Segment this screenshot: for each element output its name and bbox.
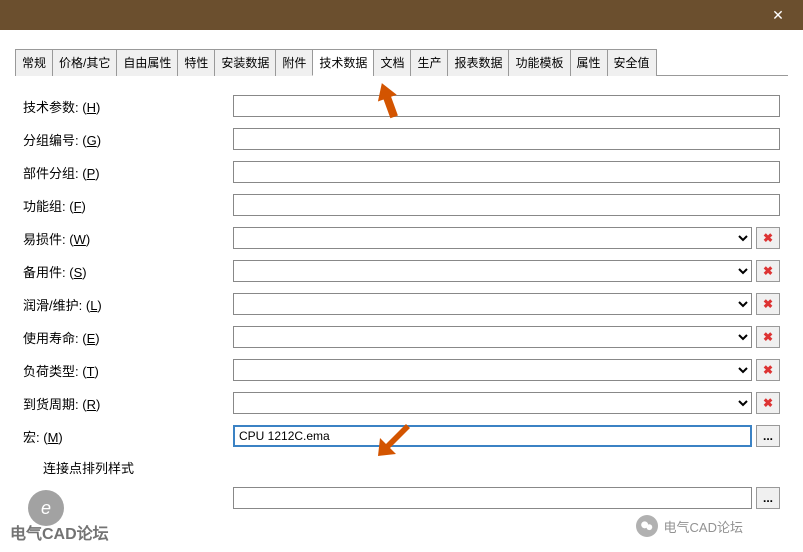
- delete-delivery-button[interactable]: ✖: [756, 392, 780, 414]
- input-group-num[interactable]: [233, 128, 780, 150]
- tab-production[interactable]: 生产: [410, 49, 448, 76]
- label-part-group: 部件分组: (P): [23, 163, 233, 182]
- wechat-badge: 电气CAD论坛: [636, 515, 743, 537]
- select-lubricate[interactable]: [233, 293, 752, 315]
- label-macro: 宏: (M): [23, 427, 233, 446]
- tab-func-template[interactable]: 功能模板: [508, 49, 570, 76]
- input-macro[interactable]: [233, 425, 752, 447]
- delete-wear-part-button[interactable]: ✖: [756, 227, 780, 249]
- select-spare-part[interactable]: [233, 260, 752, 282]
- select-delivery[interactable]: [233, 392, 752, 414]
- delete-spare-part-button[interactable]: ✖: [756, 260, 780, 282]
- tab-document[interactable]: 文档: [373, 49, 411, 76]
- annotation-arrow-icon: [368, 80, 408, 120]
- label-lubricate: 润滑/维护: (L): [23, 295, 233, 314]
- tab-trait[interactable]: 特性: [177, 49, 215, 76]
- input-conn-style[interactable]: [233, 487, 752, 509]
- select-lifetime[interactable]: [233, 326, 752, 348]
- select-wear-part[interactable]: [233, 227, 752, 249]
- select-load-type[interactable]: [233, 359, 752, 381]
- close-button[interactable]: ✕: [763, 0, 793, 30]
- label-lifetime: 使用寿命: (E): [23, 328, 233, 347]
- tab-free-attr[interactable]: 自由属性: [116, 49, 178, 76]
- label-func-group: 功能组: (F): [23, 196, 233, 215]
- delete-lubricate-button[interactable]: ✖: [756, 293, 780, 315]
- label-delivery: 到货周期: (R): [23, 394, 233, 413]
- tab-price[interactable]: 价格/其它: [52, 49, 117, 76]
- input-part-group[interactable]: [233, 161, 780, 183]
- tab-safety[interactable]: 安全值: [607, 49, 657, 76]
- tab-bar: 常规 价格/其它 自由属性 特性 安装数据 附件 技术数据 文档 生产 报表数据…: [15, 48, 788, 76]
- tab-attr[interactable]: 属性: [570, 49, 608, 76]
- annotation-arrow-icon: [370, 420, 415, 465]
- tab-tech-data[interactable]: 技术数据: [312, 49, 374, 76]
- label-load-type: 负荷类型: (T): [23, 361, 233, 380]
- label-tech-param: 技术参数: (H): [23, 97, 233, 116]
- wechat-icon: [636, 515, 658, 537]
- tab-attachment[interactable]: 附件: [275, 49, 313, 76]
- watermark-text: 电气CAD论坛: [10, 520, 109, 544]
- input-func-group[interactable]: [233, 194, 780, 216]
- delete-load-type-button[interactable]: ✖: [756, 359, 780, 381]
- label-spare-part: 备用件: (S): [23, 262, 233, 281]
- label-group-num: 分组编号: (G): [23, 130, 233, 149]
- titlebar: ✕: [0, 0, 803, 30]
- delete-lifetime-button[interactable]: ✖: [756, 326, 780, 348]
- input-tech-param[interactable]: [233, 95, 780, 117]
- tab-general[interactable]: 常规: [15, 49, 53, 76]
- tab-report[interactable]: 报表数据: [447, 49, 509, 76]
- browse-macro-button[interactable]: ...: [756, 425, 780, 447]
- browse-conn-button[interactable]: ...: [756, 487, 780, 509]
- tab-install[interactable]: 安装数据: [214, 49, 276, 76]
- label-wear-part: 易损件: (W): [23, 229, 233, 248]
